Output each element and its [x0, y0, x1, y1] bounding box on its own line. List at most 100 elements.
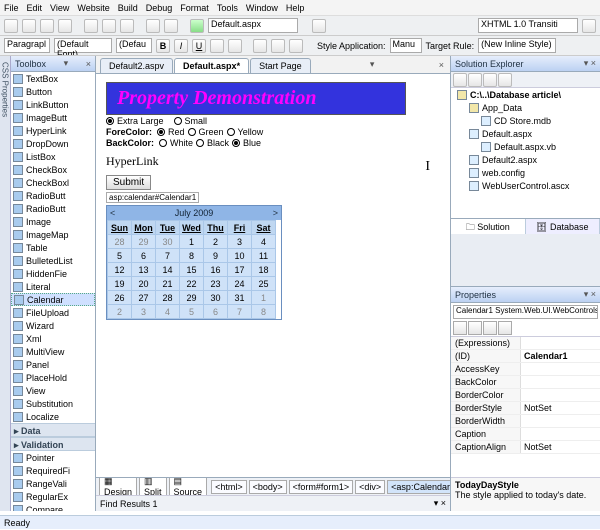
toolbox-close-icon[interactable]: ×	[86, 59, 91, 69]
sol-copy-icon[interactable]	[498, 73, 512, 87]
toolbox-item-calendar[interactable]: Calendar	[11, 293, 95, 306]
toolbox-item[interactable]: HyperLink	[11, 124, 95, 137]
block-format-select[interactable]: Paragrapl	[4, 38, 50, 53]
props-events-icon[interactable]	[498, 321, 512, 335]
cal-day[interactable]: 2	[204, 235, 228, 249]
toolbox-item[interactable]: Substitution	[11, 397, 95, 410]
submit-button[interactable]: Submit	[106, 175, 151, 190]
cal-day[interactable]: 6	[204, 305, 228, 319]
crumb-form[interactable]: <form#form1>	[289, 480, 354, 494]
prop-row[interactable]: BorderColor	[451, 389, 600, 402]
open-icon[interactable]	[22, 19, 36, 33]
toolbox-item[interactable]: PlaceHold	[11, 371, 95, 384]
sol-nest-icon[interactable]	[468, 73, 482, 87]
toolbox-item[interactable]: Wizard	[11, 319, 95, 332]
cal-day[interactable]: 22	[180, 277, 204, 291]
radio-back-black[interactable]	[196, 139, 204, 147]
toolbox-item[interactable]: RadioButt	[11, 202, 95, 215]
cal-day[interactable]: 5	[108, 249, 132, 263]
toolbox-item[interactable]: HiddenFie	[11, 267, 95, 280]
props-props-icon[interactable]	[483, 321, 497, 335]
cal-day[interactable]: 7	[228, 305, 252, 319]
radio-fore-green[interactable]	[188, 128, 196, 136]
tabs-close-icon[interactable]: ×	[439, 60, 444, 70]
cal-day[interactable]: 13	[132, 263, 156, 277]
prop-row[interactable]: CaptionAlignNotSet	[451, 441, 600, 454]
radio-extra-large[interactable]	[106, 117, 114, 125]
crumb-html[interactable]: <html>	[211, 480, 247, 494]
cut-icon[interactable]	[84, 19, 98, 33]
calendar-control[interactable]: < July 2009 > SunMonTueWedThuFriSat28293…	[106, 205, 282, 320]
toolbox-category[interactable]: ▸ Data	[11, 423, 95, 437]
tab-startpage[interactable]: Start Page	[250, 58, 311, 73]
cal-day[interactable]: 30	[156, 235, 180, 249]
size-select[interactable]: (Defau	[116, 38, 152, 53]
new-icon[interactable]	[4, 19, 18, 33]
cal-day[interactable]: 9	[204, 249, 228, 263]
toolbox-item[interactable]: RangeVali	[11, 477, 95, 490]
props-close-icon[interactable]: ▾ ×	[584, 289, 596, 300]
cal-day[interactable]: 31	[228, 291, 252, 305]
toolbox-item[interactable]: View	[11, 384, 95, 397]
toolbox-item[interactable]: TextBox	[11, 72, 95, 85]
hyperlink-control[interactable]: HyperLink	[106, 154, 440, 169]
toolbox-item[interactable]: RequiredFi	[11, 464, 95, 477]
tree-node[interactable]: CD Store.mdb	[451, 114, 600, 127]
toolbox-item[interactable]: ImageButt	[11, 111, 95, 124]
tab-solution-explorer[interactable]: 🗀 Solution Explorer	[451, 219, 526, 234]
crumb-body[interactable]: <body>	[249, 480, 287, 494]
toolbox-item[interactable]: ListBox	[11, 150, 95, 163]
list-icon[interactable]	[253, 39, 267, 53]
copy-icon[interactable]	[102, 19, 116, 33]
radio-small[interactable]	[174, 117, 182, 125]
cal-day[interactable]: 14	[156, 263, 180, 277]
cal-day[interactable]: 28	[108, 235, 132, 249]
bold-icon[interactable]: B	[156, 39, 170, 53]
menu-window[interactable]: Window	[246, 3, 278, 13]
cal-day[interactable]: 29	[132, 235, 156, 249]
toolbox-item[interactable]: LinkButton	[11, 98, 95, 111]
cal-day[interactable]: 7	[156, 249, 180, 263]
radio-fore-yellow[interactable]	[227, 128, 235, 136]
toolbox-item[interactable]: BulletedList	[11, 254, 95, 267]
cal-day[interactable]: 10	[228, 249, 252, 263]
cal-day[interactable]: 4	[252, 235, 276, 249]
cal-day[interactable]: 4	[156, 305, 180, 319]
save-icon[interactable]	[40, 19, 54, 33]
cal-day[interactable]: 30	[204, 291, 228, 305]
radio-back-white[interactable]	[159, 139, 167, 147]
underline-icon[interactable]: U	[192, 39, 206, 53]
prop-row[interactable]: (Expressions)	[451, 337, 600, 350]
source-view-button[interactable]: ▤ Source	[169, 477, 208, 495]
toolbox-item[interactable]: Button	[11, 85, 95, 98]
toolbox-item[interactable]: RadioButt	[11, 189, 95, 202]
toolbox-item[interactable]: FileUpload	[11, 306, 95, 319]
toolbox-item[interactable]: DropDown	[11, 137, 95, 150]
forecolor-icon[interactable]	[210, 39, 224, 53]
tree-node[interactable]: Default2.aspx	[451, 153, 600, 166]
cal-day[interactable]: 16	[204, 263, 228, 277]
menu-edit[interactable]: Edit	[27, 3, 43, 13]
radio-back-blue[interactable]	[232, 139, 240, 147]
prop-row[interactable]: BorderStyleNotSet	[451, 402, 600, 415]
cal-day[interactable]: 1	[252, 291, 276, 305]
italic-icon[interactable]: I	[174, 39, 188, 53]
cal-day[interactable]: 21	[156, 277, 180, 291]
cal-day[interactable]: 15	[180, 263, 204, 277]
cal-day[interactable]: 8	[180, 249, 204, 263]
tab-default[interactable]: Default.aspx*	[174, 58, 249, 73]
run-icon[interactable]	[190, 19, 204, 33]
redo-icon[interactable]	[164, 19, 178, 33]
cal-day[interactable]: 5	[180, 305, 204, 319]
design-view-button[interactable]: ▦ Design	[99, 477, 137, 495]
props-selector[interactable]: Calendar1 System.Web.UI.WebControls.Ca	[453, 305, 598, 319]
menu-website[interactable]: Website	[77, 3, 109, 13]
cal-day[interactable]: 3	[132, 305, 156, 319]
tab-default2[interactable]: Default2.aspv	[100, 58, 173, 73]
paste-icon[interactable]	[120, 19, 134, 33]
toolbox-item[interactable]: Panel	[11, 358, 95, 371]
menu-file[interactable]: File	[4, 3, 19, 13]
prop-row[interactable]: AccessKey	[451, 363, 600, 376]
toolbox-item[interactable]: Literal	[11, 280, 95, 293]
cal-day[interactable]: 24	[228, 277, 252, 291]
